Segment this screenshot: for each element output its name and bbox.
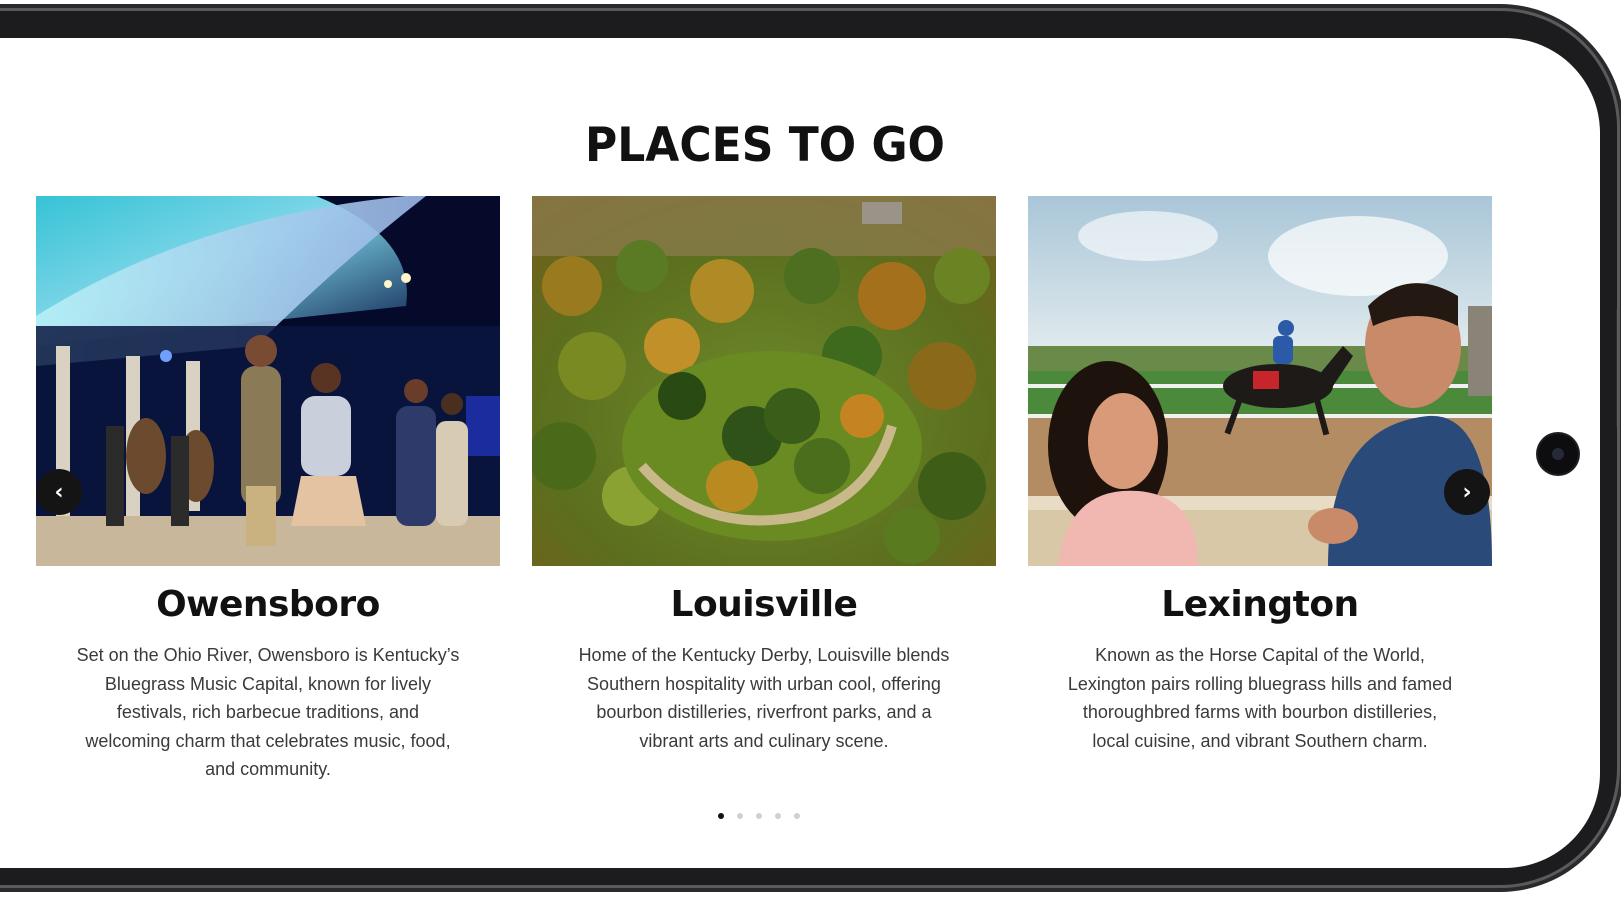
card-title[interactable]: Lexington	[1028, 584, 1492, 625]
carousel-dot[interactable]	[718, 813, 724, 819]
carousel-dot[interactable]	[775, 813, 781, 819]
carousel-dot[interactable]	[756, 813, 762, 819]
louisville-photo[interactable]	[532, 196, 996, 566]
carousel-dot[interactable]	[794, 813, 800, 819]
chevron-right-icon: ›	[1462, 479, 1472, 505]
section-title: PLACES TO GO	[585, 117, 945, 174]
phone-mockup: PLACES TO GO Owensboro Set on the Ohio R…	[0, 0, 1621, 897]
place-card-lexington[interactable]: Lexington Known as the Horse Capital of …	[1028, 196, 1492, 755]
owensboro-photo[interactable]	[36, 196, 500, 566]
card-title[interactable]: Louisville	[532, 584, 996, 625]
card-description: Known as the Horse Capital of the World,…	[1067, 645, 1453, 751]
card-description: Home of the Kentucky Derby, Louisville b…	[578, 645, 950, 751]
carousel-next-button[interactable]: ›	[1444, 469, 1490, 515]
card-title[interactable]: Owensboro	[36, 584, 500, 625]
front-camera	[1538, 434, 1578, 474]
carousel-dot[interactable]	[737, 813, 743, 819]
chevron-left-icon: ‹	[54, 479, 64, 505]
places-section: PLACES TO GO Owensboro Set on the Ohio R…	[0, 0, 1621, 897]
carousel-prev-button[interactable]: ‹	[36, 469, 82, 515]
place-card-louisville[interactable]: Louisville Home of the Kentucky Derby, L…	[532, 196, 996, 755]
lexington-photo[interactable]	[1028, 196, 1492, 566]
card-description: Set on the Ohio River, Owensboro is Kent…	[76, 645, 460, 779]
carousel-pagination	[718, 813, 800, 819]
place-card-owensboro[interactable]: Owensboro Set on the Ohio River, Owensbo…	[36, 196, 500, 784]
